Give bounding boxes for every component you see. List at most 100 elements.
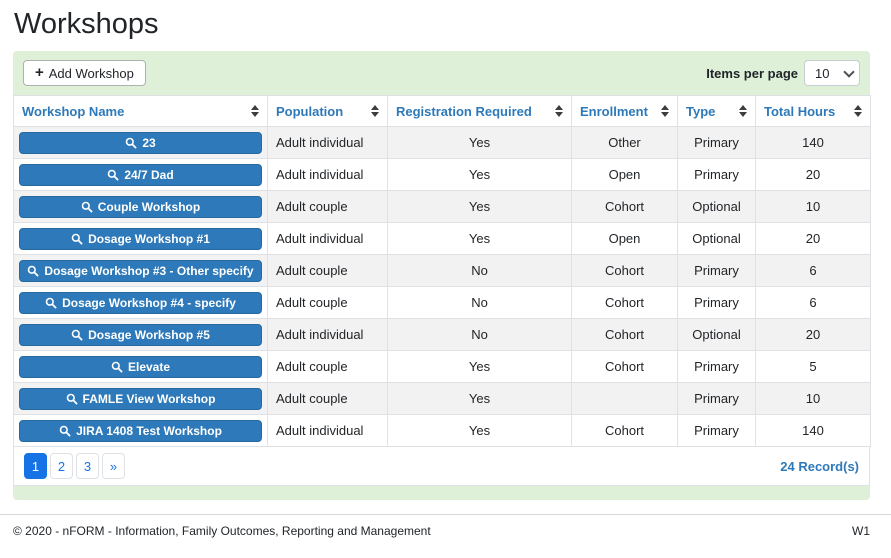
- site-footer: © 2020 - nFORM - Information, Family Out…: [0, 514, 891, 538]
- magnifier-icon: [59, 425, 71, 437]
- population-cell: Adult individual: [268, 415, 388, 447]
- workshop-name-button[interactable]: Couple Workshop: [19, 196, 262, 218]
- workshop-name-button[interactable]: Dosage Workshop #4 - specify: [19, 292, 262, 314]
- workshop-name-label: Dosage Workshop #5: [88, 328, 210, 342]
- magnifier-icon: [71, 329, 83, 341]
- workshop-name-button[interactable]: 24/7 Dad: [19, 164, 262, 186]
- enrollment-cell: Open: [572, 159, 678, 191]
- type-cell: Optional: [678, 223, 756, 255]
- table-row: JIRA 1408 Test Workshop Adult individual…: [14, 415, 871, 447]
- column-header-total-hours[interactable]: Total Hours: [756, 96, 871, 127]
- sort-icon[interactable]: [661, 105, 669, 117]
- column-header-registration-required[interactable]: Registration Required: [388, 96, 572, 127]
- magnifier-icon: [45, 297, 57, 309]
- total-hours-cell: 6: [756, 287, 871, 319]
- population-cell: Adult couple: [268, 383, 388, 415]
- workshop-name-label: Dosage Workshop #1: [88, 232, 210, 246]
- enrollment-cell: Cohort: [572, 255, 678, 287]
- workshop-name-button[interactable]: 23: [19, 132, 262, 154]
- table-header-row: Workshop Name Population Registration Re…: [14, 96, 871, 127]
- sort-icon[interactable]: [251, 105, 259, 117]
- workshop-name-label: FAMLE View Workshop: [83, 392, 216, 406]
- enrollment-cell: Cohort: [572, 415, 678, 447]
- type-cell: Primary: [678, 415, 756, 447]
- items-per-page-control: Items per page 10: [706, 60, 860, 86]
- workshop-name-button[interactable]: Dosage Workshop #1: [19, 228, 262, 250]
- table-row: Dosage Workshop #1 Adult individual Yes …: [14, 223, 871, 255]
- workshop-name-button[interactable]: Elevate: [19, 356, 262, 378]
- enrollment-cell: Cohort: [572, 351, 678, 383]
- workshops-panel: + Add Workshop Items per page 10: [13, 51, 870, 500]
- workshop-name-button[interactable]: Dosage Workshop #5: [19, 324, 262, 346]
- magnifier-icon: [125, 137, 137, 149]
- magnifier-icon: [27, 265, 39, 277]
- workshop-name-label: 24/7 Dad: [124, 168, 173, 182]
- sort-icon[interactable]: [854, 105, 862, 117]
- population-cell: Adult individual: [268, 319, 388, 351]
- workshops-table: Workshop Name Population Registration Re…: [13, 95, 871, 447]
- magnifier-icon: [66, 393, 78, 405]
- column-header-enrollment[interactable]: Enrollment: [572, 96, 678, 127]
- workshops-tbody: 23 Adult individual Yes Other Primary 14…: [14, 127, 871, 447]
- population-cell: Adult individual: [268, 127, 388, 159]
- pagination-page-2[interactable]: 2: [50, 453, 73, 479]
- magnifier-icon: [81, 201, 93, 213]
- registration-required-cell: No: [388, 255, 572, 287]
- items-per-page-select[interactable]: 10: [804, 60, 860, 86]
- total-hours-cell: 10: [756, 191, 871, 223]
- population-cell: Adult couple: [268, 287, 388, 319]
- table-row: Dosage Workshop #3 - Other specify Adult…: [14, 255, 871, 287]
- magnifier-icon: [107, 169, 119, 181]
- registration-required-cell: Yes: [388, 159, 572, 191]
- population-cell: Adult couple: [268, 255, 388, 287]
- population-cell: Adult individual: [268, 223, 388, 255]
- enrollment-cell: [572, 383, 678, 415]
- pagination-page-1[interactable]: 1: [24, 453, 47, 479]
- enrollment-cell: Cohort: [572, 191, 678, 223]
- records-count: 24 Record(s): [780, 459, 859, 474]
- registration-required-cell: No: [388, 287, 572, 319]
- type-cell: Primary: [678, 383, 756, 415]
- type-cell: Optional: [678, 191, 756, 223]
- workshop-name-label: 23: [142, 136, 155, 150]
- column-header-type[interactable]: Type: [678, 96, 756, 127]
- column-header-workshop-name[interactable]: Workshop Name: [14, 96, 268, 127]
- page-title: Workshops: [14, 8, 870, 41]
- table-footer: 123» 24 Record(s): [13, 447, 870, 486]
- column-header-population[interactable]: Population: [268, 96, 388, 127]
- type-cell: Primary: [678, 287, 756, 319]
- enrollment-cell: Other: [572, 127, 678, 159]
- type-cell: Optional: [678, 319, 756, 351]
- registration-required-cell: Yes: [388, 383, 572, 415]
- total-hours-cell: 140: [756, 127, 871, 159]
- sort-icon[interactable]: [555, 105, 563, 117]
- magnifier-icon: [111, 361, 123, 373]
- workshop-name-button[interactable]: FAMLE View Workshop: [19, 388, 262, 410]
- workshop-name-label: Couple Workshop: [98, 200, 200, 214]
- add-workshop-label: Add Workshop: [49, 66, 134, 81]
- pagination-next-button[interactable]: »: [102, 453, 125, 479]
- total-hours-cell: 140: [756, 415, 871, 447]
- total-hours-cell: 20: [756, 223, 871, 255]
- toolbar: + Add Workshop Items per page 10: [13, 60, 870, 86]
- type-cell: Primary: [678, 351, 756, 383]
- table-row: Dosage Workshop #5 Adult individual No C…: [14, 319, 871, 351]
- items-per-page-select-wrap: 10: [804, 60, 860, 86]
- registration-required-cell: Yes: [388, 127, 572, 159]
- sort-icon[interactable]: [739, 105, 747, 117]
- registration-required-cell: No: [388, 319, 572, 351]
- pagination-page-3[interactable]: 3: [76, 453, 99, 479]
- population-cell: Adult couple: [268, 351, 388, 383]
- plus-icon: +: [35, 65, 44, 80]
- workshop-name-label: Dosage Workshop #4 - specify: [62, 296, 236, 310]
- registration-required-cell: Yes: [388, 191, 572, 223]
- type-cell: Primary: [678, 255, 756, 287]
- total-hours-cell: 20: [756, 159, 871, 191]
- workshop-name-button[interactable]: JIRA 1408 Test Workshop: [19, 420, 262, 442]
- pagination: 123»: [24, 453, 125, 479]
- sort-icon[interactable]: [371, 105, 379, 117]
- workshop-name-button[interactable]: Dosage Workshop #3 - Other specify: [19, 260, 262, 282]
- enrollment-cell: Cohort: [572, 287, 678, 319]
- total-hours-cell: 6: [756, 255, 871, 287]
- add-workshop-button[interactable]: + Add Workshop: [23, 60, 146, 86]
